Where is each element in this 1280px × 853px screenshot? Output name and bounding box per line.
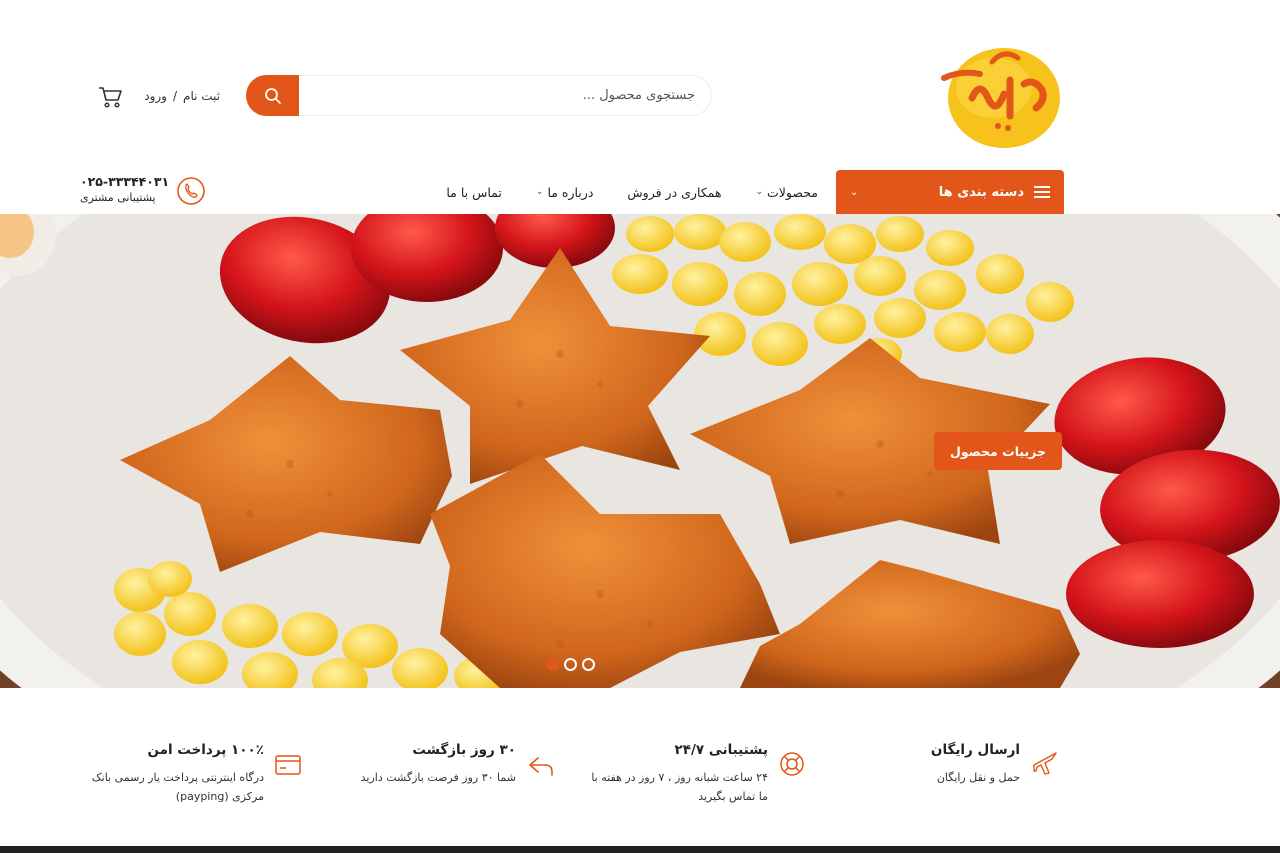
- chevron-down-icon: ⌄: [755, 187, 764, 197]
- hero-slider: [0, 214, 1280, 688]
- cart-icon[interactable]: [97, 84, 123, 110]
- hamburger-icon: [1034, 186, 1050, 198]
- search-input[interactable]: [299, 75, 712, 116]
- nav-item-label: تماس با ما: [446, 184, 502, 200]
- nav-item-label: همکاری در فروش: [627, 184, 722, 200]
- lifebuoy-icon: [780, 752, 804, 776]
- airplane-icon: [1033, 752, 1057, 775]
- slider-dots: [546, 658, 598, 672]
- feature-desc: شما ۳۰ روز فرصت بازگشت دارید: [360, 771, 516, 784]
- chevron-down-icon: ⌄: [850, 186, 859, 198]
- credit-card-icon: [275, 755, 301, 775]
- phone-icon: [177, 177, 205, 205]
- page-bottom-border: [0, 846, 1280, 853]
- feature-secure-payment: ۱۰۰٪ پرداخت امن درگاه اینترنتی پرداخت یا…: [84, 742, 264, 812]
- support-phone: ۰۲۵-۳۳۳۴۴۰۳۱: [80, 174, 170, 189]
- register-link[interactable]: ثبت نام: [183, 89, 220, 103]
- feature-title: ۳۰ روز بازگشت: [412, 742, 516, 758]
- search-button[interactable]: [246, 75, 299, 116]
- support-label: پشتیبانی مشتری: [80, 191, 156, 204]
- slider-dot[interactable]: [546, 658, 559, 671]
- feature-desc: حمل و نقل رایگان: [936, 771, 1020, 784]
- feature-desc: ۲۴ ساعت شبانه روز ، ۷ روز در هفته با ما …: [591, 771, 768, 803]
- main-nav: محصولات ⌄ همکاری در فروش درباره ما ⌄ تما…: [438, 170, 818, 214]
- nav-item-label: محصولات: [767, 184, 818, 200]
- site-logo[interactable]: [932, 40, 1066, 150]
- nav-item-products[interactable]: محصولات ⌄: [755, 185, 818, 200]
- customer-support[interactable]: ۰۲۵-۳۳۳۴۴۰۳۱ پشتیبانی مشتری: [78, 174, 208, 210]
- auth-links: ثبت نام / ورود: [130, 86, 220, 106]
- auth-separator: /: [172, 89, 178, 103]
- feature-title: پشتیبانی ۲۴/۷: [674, 742, 769, 758]
- feature-desc: درگاه اینترنتی پرداخت یار رسمی بانک مرکز…: [91, 771, 264, 803]
- return-arrow-icon: [529, 757, 553, 776]
- categories-menu-button[interactable]: دسته بندی ها ⌄: [836, 170, 1064, 214]
- nav-item-label: درباره ما: [547, 184, 594, 200]
- chevron-down-icon: ⌄: [535, 187, 544, 197]
- categories-label-wrap: دسته بندی ها: [939, 185, 1050, 200]
- nav-item-contact[interactable]: تماس با ما: [446, 185, 502, 200]
- slider-dot[interactable]: [564, 658, 577, 671]
- login-link[interactable]: ورود: [144, 89, 167, 103]
- nav-item-affiliate[interactable]: همکاری در فروش: [627, 185, 721, 200]
- product-details-button[interactable]: جزییات محصول: [934, 432, 1062, 470]
- slider-dot[interactable]: [582, 658, 595, 671]
- hero-image: [0, 214, 1280, 688]
- feature-free-shipping: ارسال رایگان حمل و نقل رایگان: [880, 742, 1020, 812]
- search-icon: [264, 87, 281, 104]
- feature-title: ۱۰۰٪ پرداخت امن: [147, 742, 264, 758]
- feature-returns: ۳۰ روز بازگشت شما ۳۰ روز فرصت بازگشت دار…: [350, 742, 516, 812]
- nav-item-about[interactable]: درباره ما ⌄: [536, 185, 594, 200]
- feature-support: پشتیبانی ۲۴/۷ ۲۴ ساعت شبانه روز ، ۷ روز …: [590, 742, 768, 812]
- categories-label: دسته بندی ها: [938, 184, 1024, 200]
- search-bar: [246, 75, 712, 116]
- feature-title: ارسال رایگان: [930, 742, 1020, 758]
